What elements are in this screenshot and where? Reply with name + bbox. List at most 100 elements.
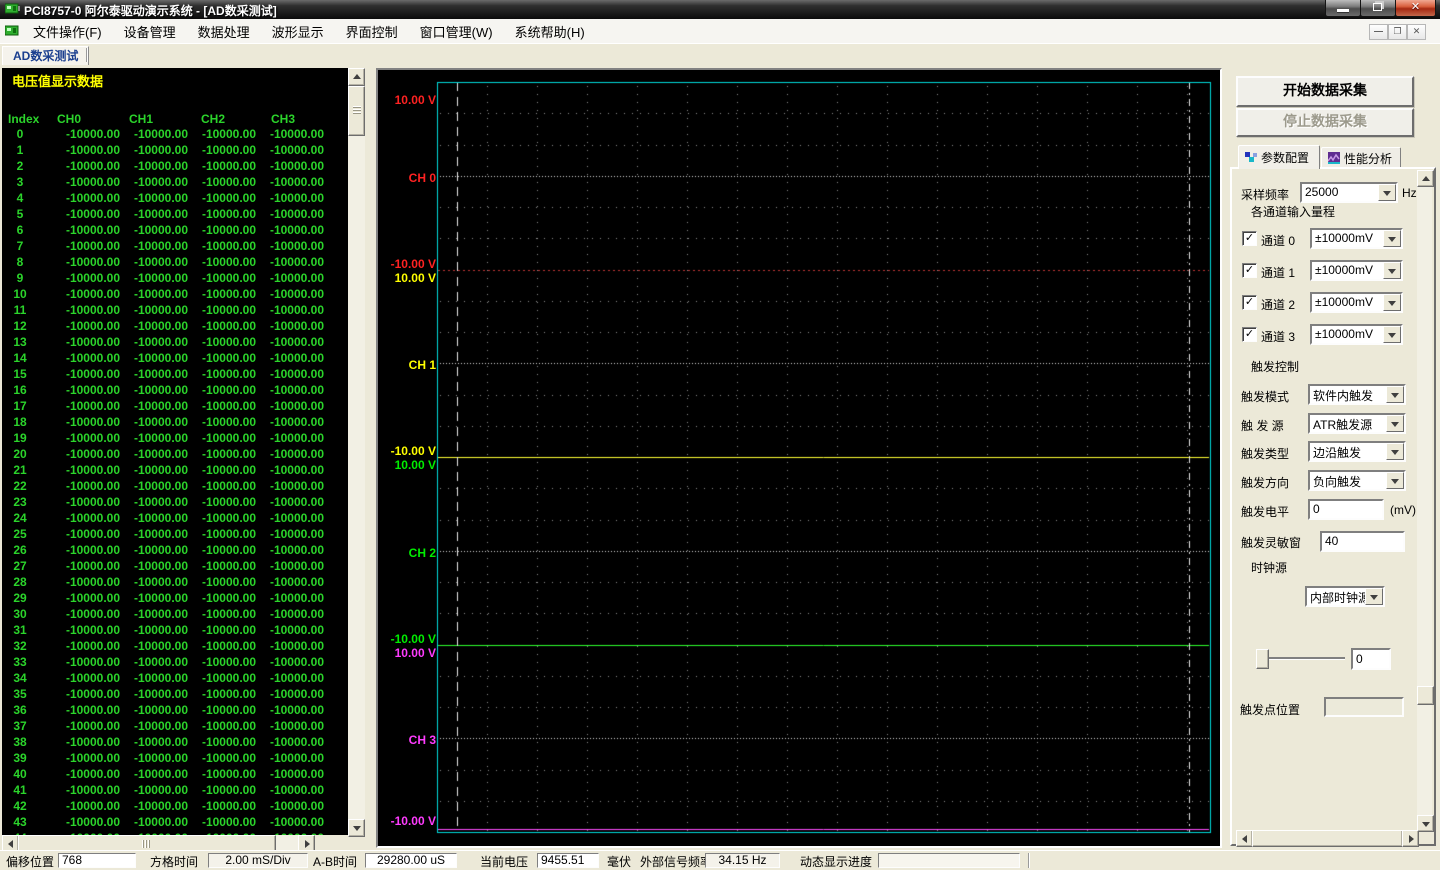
table-row: 41 -10000.00 -10000.00 -10000.00 -10000.00 <box>2 783 348 799</box>
table-cell-ch3: -10000.00 <box>269 783 324 797</box>
trigger-field-4-input[interactable]: 0 <box>1308 499 1384 520</box>
mdi-restore-button[interactable]: ❐ <box>1388 24 1407 40</box>
table-cell-ch0: -10000.00 <box>65 255 120 269</box>
table-row: 34 -10000.00 -10000.00 -10000.00 -10000.00 <box>2 671 348 687</box>
status-field-3[interactable]: 9455.51 <box>537 853 599 868</box>
chevron-down-icon <box>1388 236 1396 246</box>
mdi-minimize-button[interactable]: — <box>1369 24 1388 40</box>
mdi-close-button[interactable]: ✕ <box>1407 24 1426 40</box>
menu-item-6[interactable]: 窗口管理(W) <box>411 19 502 44</box>
channel-3-checkbox[interactable]: ✓ <box>1242 327 1257 342</box>
scroll-thumb[interactable] <box>348 86 365 136</box>
table-row: 29 -10000.00 -10000.00 -10000.00 -10000.00 <box>2 591 348 607</box>
start-acquisition-button[interactable]: 开始数据采集 <box>1236 76 1414 107</box>
dropdown-button[interactable] <box>1383 326 1401 343</box>
table-cell-ch3: -10000.00 <box>269 351 324 365</box>
table-cell-ch3: -10000.00 <box>269 735 324 749</box>
offset-slider-thumb[interactable] <box>1256 649 1269 669</box>
status-label-2: A-B时间 <box>313 855 358 869</box>
table-cell-index: 3 <box>16 175 24 189</box>
table-cell-ch0: -10000.00 <box>65 175 120 189</box>
status-field-2[interactable]: 29280.00 uS <box>365 853 457 868</box>
scroll-up-button[interactable] <box>348 68 365 86</box>
channel-0-range-combo[interactable]: ±10000mV <box>1310 228 1403 249</box>
status-field-0[interactable]: 768 <box>58 853 136 868</box>
menu-bar: 文件操作(F) 设备管理 数据处理 波形显示 界面控制 窗口管理(W) 系统帮助(H) — … <box>0 19 1440 44</box>
scroll-left-button[interactable] <box>1236 830 1253 847</box>
channel-1-range-combo[interactable]: ±10000mV <box>1310 260 1403 281</box>
scroll-thumb[interactable] <box>1417 686 1434 705</box>
range-value: ±10000mV <box>1315 327 1373 341</box>
restore-button[interactable] <box>1360 0 1396 17</box>
trigger-position-field[interactable] <box>1324 697 1404 717</box>
dropdown-button[interactable] <box>1386 415 1404 432</box>
table-cell-ch1: -10000.00 <box>133 463 188 477</box>
scroll-down-button[interactable] <box>1417 815 1434 832</box>
trigger-field-3-combo[interactable]: 负向触发 <box>1308 470 1406 491</box>
channel-2-range-combo[interactable]: ±10000mV <box>1310 292 1403 313</box>
table-cell-ch0: -10000.00 <box>65 559 120 573</box>
table-cell-ch0: -10000.00 <box>65 543 120 557</box>
table-row: 12 -10000.00 -10000.00 -10000.00 -10000.00 <box>2 319 348 335</box>
table-cell-index: 42 <box>13 799 27 813</box>
table-cell-ch3: -10000.00 <box>269 191 324 205</box>
dropdown-button[interactable] <box>1365 588 1383 605</box>
arrow-down-icon <box>1421 821 1430 831</box>
menu-item-3[interactable]: 数据处理 <box>189 19 259 44</box>
table-cell-ch1: -10000.00 <box>133 143 188 157</box>
menu-item-5[interactable]: 界面控制 <box>337 19 407 44</box>
config-horizontal-scrollbar[interactable] <box>1236 830 1419 847</box>
scroll-right-button[interactable] <box>1402 830 1419 847</box>
table-cell-ch1: -10000.00 <box>133 239 188 253</box>
channel-0-checkbox[interactable]: ✓ <box>1242 231 1257 246</box>
scroll-thumb[interactable] <box>1252 830 1403 847</box>
dropdown-button[interactable] <box>1386 443 1404 460</box>
tab-parameter-config[interactable]: 参数配置 <box>1238 145 1320 169</box>
table-cell-index: 38 <box>13 735 27 749</box>
dropdown-button[interactable] <box>1386 386 1404 403</box>
clock-source-combo[interactable]: 内部时钟源 <box>1305 586 1385 607</box>
channel-1-checkbox[interactable]: ✓ <box>1242 263 1257 278</box>
table-cell-ch1: -10000.00 <box>133 783 188 797</box>
minimize-icon <box>1337 9 1349 12</box>
scroll-up-button[interactable] <box>1417 170 1434 187</box>
dropdown-button[interactable] <box>1383 230 1401 247</box>
table-row: 3 -10000.00 -10000.00 -10000.00 -10000.00 <box>2 175 348 191</box>
dropdown-button[interactable] <box>1386 472 1404 489</box>
table-cell-ch0: -10000.00 <box>65 815 120 829</box>
sample-rate-combo[interactable]: 25000 <box>1300 182 1398 203</box>
channel-3-range-combo[interactable]: ±10000mV <box>1310 324 1403 345</box>
trigger-field-0-combo[interactable]: 软件内触发 <box>1308 384 1406 405</box>
dropdown-button[interactable] <box>1383 294 1401 311</box>
table-row: 38 -10000.00 -10000.00 -10000.00 -10000.00 <box>2 735 348 751</box>
table-cell-ch1: -10000.00 <box>133 527 188 541</box>
dropdown-button[interactable] <box>1378 184 1396 201</box>
table-row: 43 -10000.00 -10000.00 -10000.00 -10000.00 <box>2 815 348 831</box>
menu-item-1[interactable]: 文件操作(F) <box>24 19 111 44</box>
table-cell-ch3: -10000.00 <box>269 543 324 557</box>
tab-ad-test[interactable]: AD数采测试 <box>2 46 90 65</box>
table-vertical-scrollbar[interactable] <box>348 68 365 837</box>
table-cell-ch0: -10000.00 <box>65 143 120 157</box>
config-vertical-scrollbar[interactable] <box>1417 170 1434 832</box>
trigger-field-5-input[interactable]: 40 <box>1320 531 1405 552</box>
trigger-field-1-combo[interactable]: ATR触发源 <box>1308 413 1406 434</box>
menu-item-4[interactable]: 波形显示 <box>263 19 333 44</box>
table-horizontal-scrollbar[interactable] <box>2 835 315 852</box>
arrow-down-icon <box>352 826 361 835</box>
channel-2-checkbox[interactable]: ✓ <box>1242 295 1257 310</box>
trigger-field-2-combo[interactable]: 边沿触发 <box>1308 441 1406 462</box>
minimize-button[interactable] <box>1325 0 1361 17</box>
stop-acquisition-button[interactable]: 停止数据采集 <box>1236 108 1414 137</box>
dropdown-button[interactable] <box>1383 262 1401 279</box>
waveform-canvas[interactable] <box>378 70 1220 846</box>
close-button[interactable]: ✕ <box>1395 0 1436 17</box>
tab-performance-analysis[interactable]: 性能分析 <box>1321 147 1401 168</box>
menu-item-7[interactable]: 系统帮助(H) <box>506 19 594 44</box>
menu-item-2[interactable]: 设备管理 <box>115 19 185 44</box>
table-row: 33 -10000.00 -10000.00 -10000.00 -10000.00 <box>2 655 348 671</box>
table-header-ch3: CH3 <box>271 112 296 126</box>
scroll-down-button[interactable] <box>348 819 365 837</box>
offset-slider-track[interactable] <box>1260 657 1345 659</box>
offset-value-field[interactable]: 0 <box>1351 648 1391 670</box>
